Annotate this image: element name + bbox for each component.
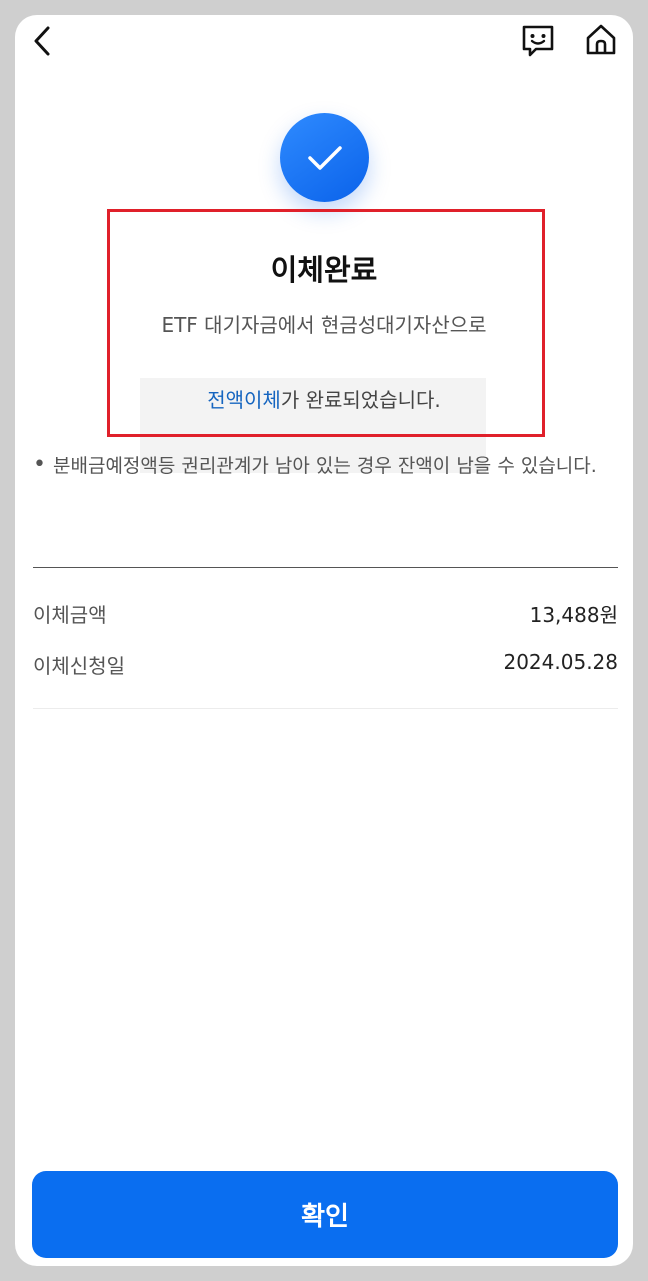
chat-smile-icon	[522, 25, 554, 57]
transfer-date-value: 2024.05.28	[503, 650, 618, 674]
notice-item: • 분배금예정액등 권리관계가 남아 있는 경우 잔액이 남을 수 있습니다.	[33, 449, 623, 483]
transfer-amount-label: 이체금액	[33, 603, 107, 627]
section-divider	[33, 567, 618, 568]
chevron-left-icon	[34, 26, 50, 56]
transfer-amount-value: 13,488원	[529, 603, 618, 627]
chatbot-button[interactable]	[519, 20, 557, 60]
check-icon	[307, 145, 342, 170]
highlight-annotation-box	[107, 209, 545, 437]
transfer-complete-screen: 이체완료 ETF 대기자금에서 현금성대기자산으로 전액이체가 완료되었습니다.…	[15, 15, 633, 1266]
transfer-date-label: 이체신청일	[33, 654, 125, 678]
top-bar	[15, 15, 633, 65]
transfer-date-row: 이체신청일 2024.05.28	[33, 650, 618, 679]
bullet-mark: •	[33, 452, 46, 477]
back-button[interactable]	[27, 21, 57, 61]
success-check-badge	[280, 113, 369, 202]
home-button[interactable]	[581, 20, 621, 60]
details-divider	[33, 708, 618, 709]
home-icon	[586, 24, 616, 55]
notice-text: 분배금예정액등 권리관계가 남아 있는 경우 잔액이 남을 수 있습니다.	[53, 455, 597, 477]
transfer-amount-row: 이체금액 13,488원	[33, 599, 618, 628]
confirm-button[interactable]: 확인	[32, 1171, 618, 1258]
